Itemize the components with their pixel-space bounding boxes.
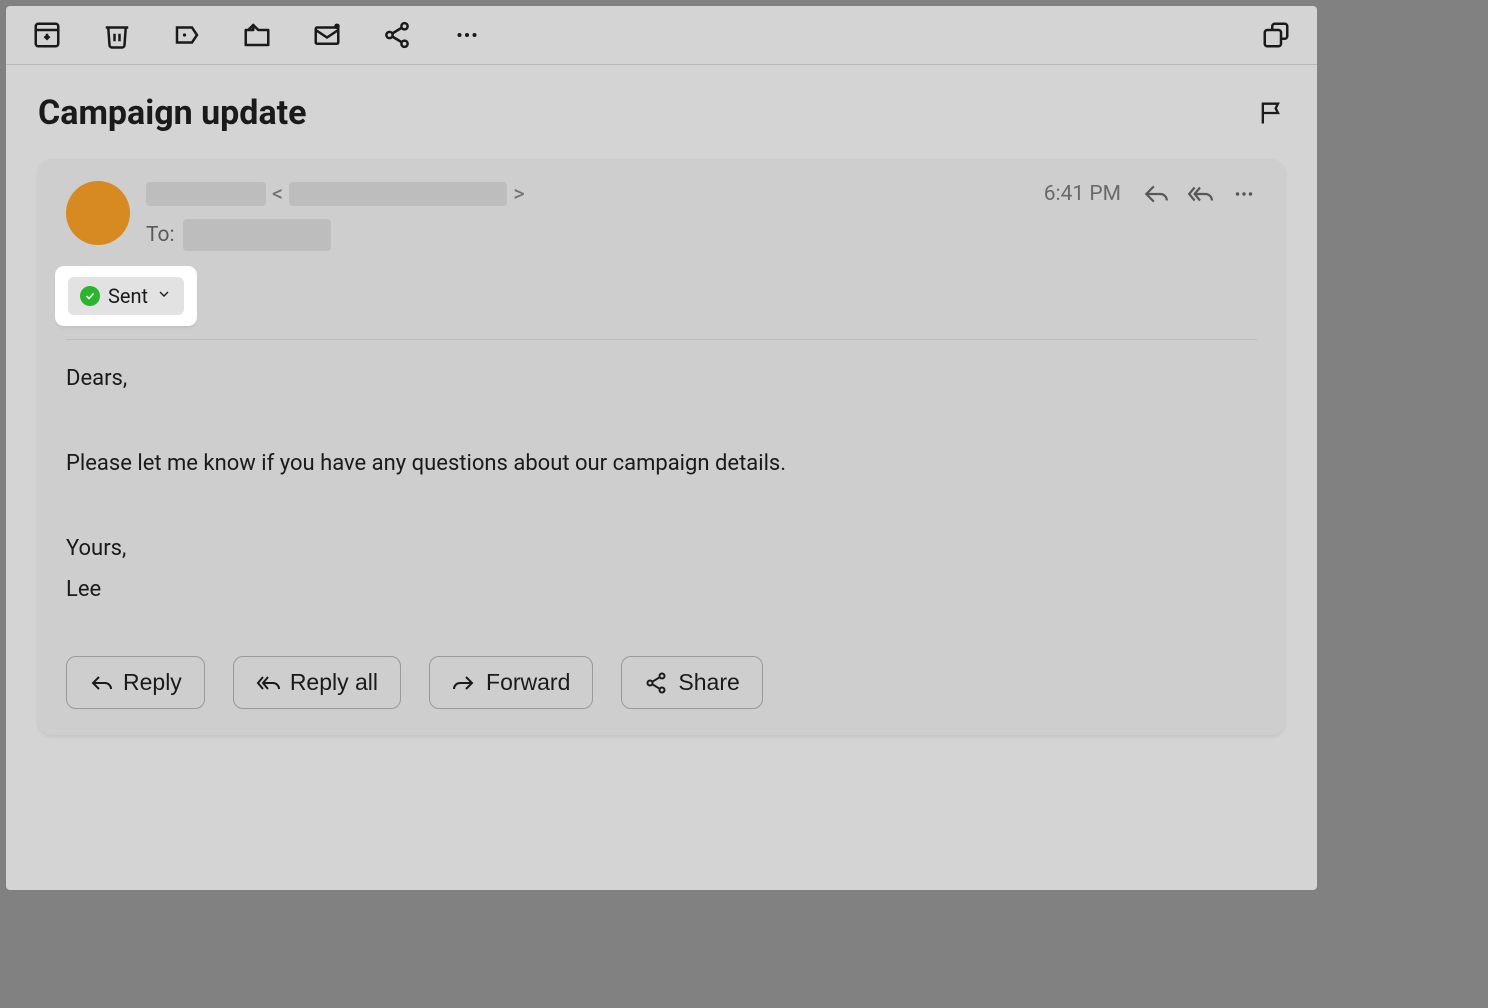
timestamp: 6:41 PM xyxy=(1044,182,1121,206)
status-label: Sent xyxy=(108,284,148,308)
to-line: To: xyxy=(146,219,1044,251)
body-greeting: Dears, xyxy=(66,362,1257,395)
email-subject: Campaign update xyxy=(38,93,1257,133)
share-button-label: Share xyxy=(678,669,739,696)
toolbar-left xyxy=(32,20,482,50)
header-more-icon[interactable] xyxy=(1231,181,1257,207)
reply-button[interactable]: Reply xyxy=(66,656,205,709)
sender-email-redacted xyxy=(289,182,507,206)
reply-icon[interactable] xyxy=(1143,181,1169,207)
reply-all-icon[interactable] xyxy=(1187,181,1213,207)
divider xyxy=(66,339,1257,340)
message-body: Dears, Please let me know if you have an… xyxy=(66,362,1257,606)
body-closing: Yours, xyxy=(66,532,1257,565)
reply-button-label: Reply xyxy=(123,669,182,696)
avatar xyxy=(66,181,130,245)
body-main: Please let me know if you have any quest… xyxy=(66,447,1257,480)
share-button[interactable]: Share xyxy=(621,656,762,709)
recipient-redacted xyxy=(183,219,331,251)
more-icon[interactable] xyxy=(452,20,482,50)
delete-icon[interactable] xyxy=(102,20,132,50)
email-viewer-window: Campaign update < > To: 6:41 PM xyxy=(6,6,1317,890)
bracket-close: > xyxy=(513,182,525,207)
sender-name-redacted xyxy=(146,182,266,206)
message-card: < > To: 6:41 PM xyxy=(38,159,1285,735)
mark-unread-icon[interactable] xyxy=(312,20,342,50)
archive-icon[interactable] xyxy=(32,20,62,50)
message-header: < > To: 6:41 PM xyxy=(66,179,1257,251)
message-header-actions: 6:41 PM xyxy=(1044,181,1257,207)
sender-block: < > To: xyxy=(146,179,1044,251)
status-pill[interactable]: Sent xyxy=(68,277,184,315)
check-circle-icon xyxy=(80,286,100,306)
bracket-open: < xyxy=(272,182,283,207)
toolbar xyxy=(6,6,1317,65)
to-label: To: xyxy=(146,223,175,247)
label-icon[interactable] xyxy=(172,20,202,50)
flag-icon[interactable] xyxy=(1257,99,1285,127)
action-row: Reply Reply all Forward Share xyxy=(66,656,1257,709)
subject-row: Campaign update xyxy=(6,65,1317,147)
forward-button[interactable]: Forward xyxy=(429,656,593,709)
chevron-down-icon xyxy=(156,286,172,306)
forward-button-label: Forward xyxy=(486,669,570,696)
open-external-icon[interactable] xyxy=(1261,20,1291,50)
reply-all-button[interactable]: Reply all xyxy=(233,656,401,709)
from-line: < > xyxy=(146,179,1044,209)
body-signature: Lee xyxy=(66,573,1257,606)
move-to-folder-icon[interactable] xyxy=(242,20,272,50)
status-pill-highlight: Sent xyxy=(58,269,194,323)
reply-all-button-label: Reply all xyxy=(290,669,378,696)
share-icon[interactable] xyxy=(382,20,412,50)
